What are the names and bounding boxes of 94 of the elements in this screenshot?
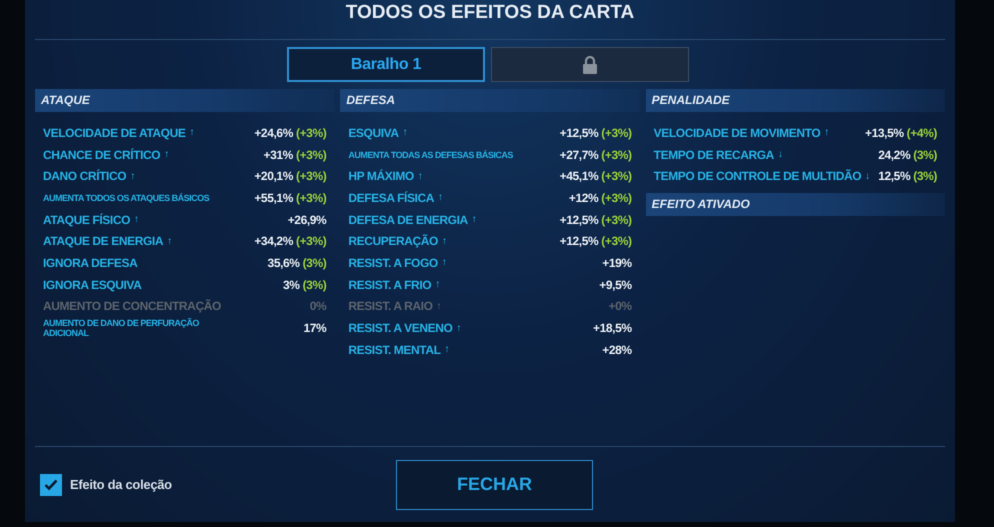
stat-name: DEFESA DE ENERGIA: [348, 214, 468, 225]
arrow-icon: ↑: [442, 257, 446, 268]
checkbox[interactable]: [40, 474, 62, 496]
arrow-icon: ↓: [778, 149, 783, 160]
check-icon: [44, 478, 58, 490]
stat-bonus: (+3%): [601, 126, 632, 140]
stat-bonus: (+3%): [296, 169, 326, 184]
stat-value: +24,6%: [254, 126, 293, 140]
locked-tab[interactable]: [491, 47, 689, 82]
stat-value: +28%: [602, 342, 632, 357]
stat-value: +31%: [264, 148, 293, 162]
stat-value: +34,2%: [254, 234, 293, 248]
stat-value: +12,5%: [560, 212, 598, 227]
stat-bonus: (+3%): [601, 148, 632, 162]
stat-bonus: (+3%): [296, 234, 326, 248]
stat-value: +19%: [602, 256, 632, 270]
checkbox-label: Efeito da coleção: [70, 477, 172, 492]
arrow-icon: ↑: [418, 170, 422, 182]
stat-bonus: (3%): [913, 148, 937, 162]
arrow-icon: ↑: [134, 214, 139, 226]
arrow-icon: ↑: [444, 344, 450, 356]
stat-bonus: (+3%): [601, 212, 632, 227]
stat-value: +26,9%: [288, 212, 326, 227]
arrow-icon: ↑: [402, 127, 408, 138]
stat-value: 0%: [310, 299, 326, 314]
stat-value: +9,5%: [599, 278, 632, 292]
arrow-icon: ↑: [164, 149, 169, 160]
arrow-icon: ↑: [472, 214, 476, 226]
stat-name: AUMENTO DE CONCENTRAÇÃO: [43, 301, 221, 312]
stat-name: RESIST. A VENENO: [348, 323, 452, 334]
stat-name: ESQUIVA: [348, 128, 399, 138]
stat-value: 35,6%: [268, 256, 300, 270]
stat-name: RESIST. A RAIO: [348, 301, 433, 312]
stat-value: 12,5%: [878, 169, 910, 184]
arrow-icon: ↓: [865, 170, 870, 182]
arrow-icon: ↑: [438, 192, 443, 204]
stat-name: VELOCIDADE DE ATAQUE: [43, 128, 186, 138]
section-header: DEFESA: [340, 89, 640, 112]
stat-bonus: (+3%): [601, 234, 632, 248]
stat-bonus: (+3%): [296, 190, 326, 205]
stat-bonus: (3%): [302, 278, 326, 292]
stat-value: +12,5%: [560, 126, 598, 140]
stat-name: TEMPO DE CONTROLE DE MULTIDÃO: [654, 171, 862, 182]
deck-tab[interactable]: Baralho 1: [287, 47, 485, 82]
stat-value: +0%: [608, 299, 632, 314]
stat-name: IGNORA ESQUIVA: [43, 280, 142, 290]
stat-name: ATAQUE DE ENERGIA: [43, 236, 164, 246]
stat-name: IGNORA DEFESA: [43, 258, 138, 268]
stat-bonus: (3%): [302, 256, 326, 270]
stat-value: +12%: [568, 190, 598, 205]
stat-value: +12,5%: [560, 234, 598, 248]
stat-bonus: (+3%): [296, 126, 326, 140]
stat-value: 24,2%: [878, 148, 910, 162]
stat-value: +27,7%: [560, 148, 598, 162]
stat-name: DEFESA FÍSICA: [348, 192, 434, 203]
stat-value: +55,1%: [254, 190, 293, 205]
arrow-icon: ↑: [189, 127, 194, 138]
stat-name: RECUPERAÇÃO: [348, 236, 438, 246]
arrow-icon: ↑: [456, 322, 462, 334]
stat-value: +20,1%: [254, 169, 293, 184]
section-header: ATAQUE: [35, 89, 334, 112]
arrow-icon: ↑: [442, 236, 447, 247]
section-header: PENALIDADE: [646, 89, 945, 112]
arrow-icon: ↑: [167, 236, 172, 247]
stat-value: +45,1%: [560, 169, 598, 184]
stat-name: TEMPO DE RECARGA: [654, 150, 774, 160]
stat-value: 3%: [283, 278, 300, 292]
stat-name: ATAQUE FÍSICO: [43, 214, 130, 225]
arrow-icon: ↑: [824, 127, 829, 138]
stat-name: CHANCE DE CRÍTICO: [43, 150, 160, 160]
arrow-icon: ↑: [130, 170, 135, 182]
stat-name: RESIST. A FOGO: [348, 258, 438, 268]
stat-name: RESIST. MENTAL: [348, 344, 441, 355]
stat-value: 17%: [304, 321, 326, 336]
arrow-icon: ↑: [436, 300, 442, 312]
stat-bonus: (+3%): [601, 169, 632, 184]
stat-name: AUMENTO DE DANO DE PERFURAÇÃO ADICIONAL: [43, 318, 200, 338]
stat-name: DANO CRÍTICO: [43, 171, 126, 182]
stat-bonus: (+3%): [296, 148, 326, 162]
stat-name: AUMENTA TODAS AS DEFESAS BÁSICAS: [348, 150, 513, 160]
stat-bonus: (+3%): [601, 190, 632, 205]
arrow-icon: ↑: [435, 279, 440, 290]
stat-value: +18,5%: [593, 321, 632, 336]
dialog-title: TODOS OS EFEITOS DA CARTA: [344, 1, 636, 25]
section-header: EFEITO ATIVADO: [646, 193, 945, 216]
lock-icon: [582, 56, 598, 74]
stat-bonus: (+4%): [906, 126, 937, 140]
stat-name: RESIST. A FRIO: [348, 280, 432, 290]
stat-name: HP MÁXIMO: [348, 171, 414, 182]
stat-value: +13,5%: [864, 126, 904, 140]
stat-name: AUMENTA TODOS OS ATAQUES BÁSICOS: [43, 192, 210, 203]
close-button[interactable]: FECHAR: [396, 460, 593, 510]
stat-bonus: (3%): [913, 169, 937, 184]
stat-name: VELOCIDADE DE MOVIMENTO: [654, 128, 820, 138]
